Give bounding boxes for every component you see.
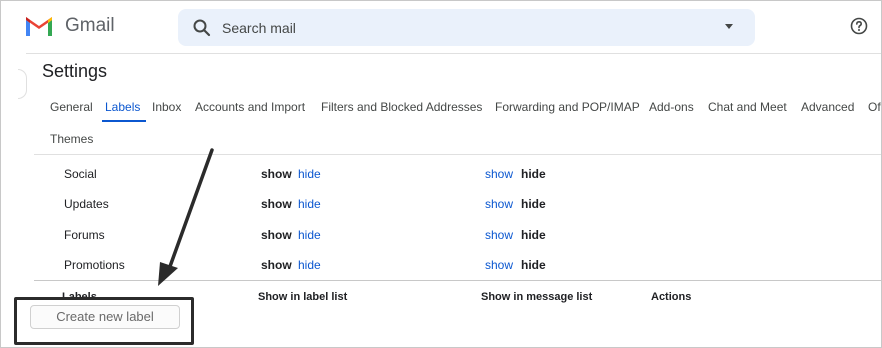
label-list-hide-link[interactable]: hide <box>298 258 321 272</box>
category-name: Forums <box>64 228 105 242</box>
category-row-updates: Updates show hide show hide <box>0 197 882 221</box>
column-header-actions: Actions <box>651 291 692 303</box>
tabs-divider <box>34 154 881 155</box>
tab-themes[interactable]: Themes <box>50 132 93 146</box>
caret-down-icon[interactable] <box>725 24 733 29</box>
message-list-hide: hide <box>521 197 546 211</box>
message-list-hide: hide <box>521 228 546 242</box>
label-list-hide-link[interactable]: hide <box>298 167 321 181</box>
message-list-hide: hide <box>521 258 546 272</box>
message-list-show-link[interactable]: show <box>485 228 513 242</box>
header-divider <box>26 53 881 54</box>
column-header-label-list: Show in label list <box>258 291 348 303</box>
gmail-logo-icon[interactable] <box>24 14 54 38</box>
search-bar[interactable] <box>178 9 755 46</box>
search-input[interactable] <box>222 18 702 38</box>
tab-offline[interactable]: Of <box>868 100 881 114</box>
category-row-forums: Forums show hide show hide <box>0 228 882 252</box>
tab-accounts-and-import[interactable]: Accounts and Import <box>195 100 305 114</box>
message-list-show-link[interactable]: show <box>485 258 513 272</box>
tab-labels[interactable]: Labels <box>105 100 140 114</box>
tab-advanced[interactable]: Advanced <box>801 100 854 114</box>
label-list-hide-link[interactable]: hide <box>298 228 321 242</box>
tab-add-ons[interactable]: Add-ons <box>649 100 694 114</box>
label-list-show: show <box>261 228 292 242</box>
category-row-social: Social show hide show hide <box>0 167 882 191</box>
message-list-show-link[interactable]: show <box>485 197 513 211</box>
label-list-show: show <box>261 258 292 272</box>
app-name: Gmail <box>65 15 115 36</box>
tab-chat-and-meet[interactable]: Chat and Meet <box>708 100 787 114</box>
label-list-show: show <box>261 167 292 181</box>
create-new-label-button[interactable]: Create new label <box>30 305 180 329</box>
labels-section-divider <box>34 280 881 281</box>
sidebar-edge <box>18 69 27 99</box>
tab-inbox[interactable]: Inbox <box>152 100 181 114</box>
label-list-hide-link[interactable]: hide <box>298 197 321 211</box>
category-name: Promotions <box>64 258 125 272</box>
page-title: Settings <box>42 61 108 81</box>
tab-filters-and-blocked-addresses[interactable]: Filters and Blocked Addresses <box>321 100 482 114</box>
message-list-show-link[interactable]: show <box>485 167 513 181</box>
category-row-promotions: Promotions show hide show hide <box>0 258 882 282</box>
search-icon[interactable] <box>192 18 212 38</box>
active-tab-indicator <box>102 120 146 122</box>
category-name: Social <box>64 167 97 181</box>
column-header-message-list: Show in message list <box>481 291 593 303</box>
message-list-hide: hide <box>521 167 546 181</box>
label-list-show: show <box>261 197 292 211</box>
tab-general[interactable]: General <box>50 100 93 114</box>
category-name: Updates <box>64 197 109 211</box>
help-icon[interactable] <box>850 17 868 35</box>
tab-forwarding-and-pop-imap[interactable]: Forwarding and POP/IMAP <box>495 100 640 114</box>
